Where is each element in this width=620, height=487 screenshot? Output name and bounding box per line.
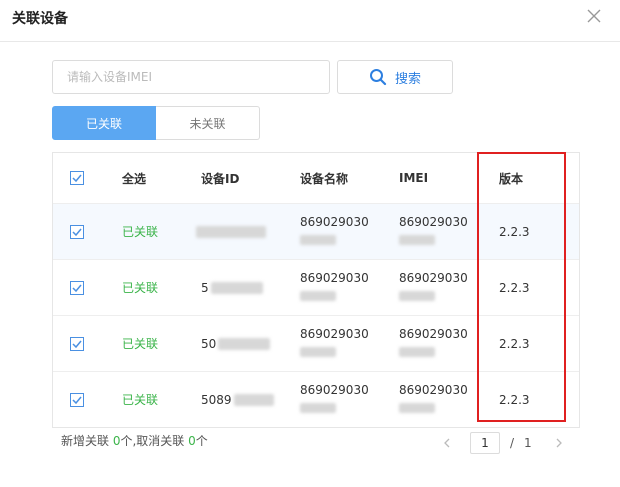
row-checkbox[interactable] (70, 336, 84, 351)
device-name: 869029030 (300, 215, 369, 229)
search-icon (369, 69, 387, 86)
tab-associated[interactable]: 已关联 (52, 106, 156, 140)
status-label: 已关联 (122, 337, 159, 351)
header-select-all: 全选 (122, 171, 147, 186)
close-icon[interactable] (586, 8, 602, 24)
search-button[interactable]: 搜索 (337, 60, 453, 94)
redacted-area (210, 281, 263, 294)
device-id: 5089 (201, 392, 232, 407)
status-label: 已关联 (122, 393, 159, 407)
added-suffix: 个,取消关联 (120, 434, 189, 448)
page-number-input[interactable] (470, 432, 500, 454)
association-tabs: 已关联 未关联 (52, 106, 260, 140)
version-value: 2.2.3 (499, 336, 530, 351)
device-name: 869029030 (300, 327, 369, 341)
version-value: 2.2.3 (499, 224, 530, 239)
redacted-area (233, 393, 274, 406)
check-icon (72, 228, 82, 236)
row-checkbox[interactable] (70, 280, 84, 295)
device-id: 50 (201, 336, 217, 351)
row-checkbox[interactable] (70, 392, 84, 407)
table-header: 全选 设备ID 设备名称 IMEI 版本 (53, 153, 579, 204)
device-name: 869029030 (300, 271, 369, 285)
imei-value: 869029030 (399, 271, 468, 285)
row-checkbox[interactable] (70, 224, 84, 239)
redacted-area (218, 337, 271, 350)
chevron-right-icon[interactable] (552, 436, 566, 450)
added-prefix: 新增关联 (61, 434, 113, 448)
tab-unassociated[interactable]: 未关联 (156, 106, 260, 140)
device-name: 869029030 (300, 383, 369, 397)
table-row[interactable]: 已关联 5 869029030 869029030 2.2.3 (53, 260, 579, 316)
redacted-area (399, 347, 435, 357)
check-icon (72, 284, 82, 292)
redacted-area (399, 235, 435, 245)
imei-value: 869029030 (399, 327, 468, 341)
redacted-area (399, 291, 435, 301)
header-device-name: 设备名称 (300, 171, 349, 186)
check-icon (72, 340, 82, 348)
header-imei: IMEI (399, 171, 429, 185)
check-icon (72, 396, 82, 404)
dialog-header: 关联设备 (0, 0, 620, 42)
selection-summary: 新增关联 0个,取消关联 0个 (61, 432, 208, 449)
select-all-checkbox[interactable] (70, 171, 84, 185)
redacted-area (300, 235, 336, 245)
status-label: 已关联 (122, 225, 159, 239)
version-value: 2.2.3 (499, 280, 530, 295)
device-id: 5 (201, 280, 209, 295)
imei-search-input[interactable] (52, 60, 330, 94)
check-icon (72, 174, 82, 183)
redacted-area (300, 347, 336, 357)
removed-count: 0 (188, 434, 196, 448)
version-value: 2.2.3 (499, 392, 530, 407)
imei-value: 869029030 (399, 215, 468, 229)
imei-value: 869029030 (399, 383, 468, 397)
removed-suffix: 个 (195, 434, 208, 448)
search-button-label: 搜索 (394, 71, 421, 87)
status-label: 已关联 (122, 281, 159, 295)
redacted-area (300, 291, 336, 301)
page-separator: / (510, 436, 515, 450)
header-version: 版本 (499, 171, 524, 186)
page-total: 1 (524, 436, 532, 450)
redacted-area (399, 403, 435, 413)
redacted-area (196, 225, 266, 238)
header-device-id: 设备ID (201, 171, 240, 186)
chevron-left-icon[interactable] (440, 436, 454, 450)
table-row[interactable]: 已关联 869029030 869029030 2.2.3 (53, 204, 579, 260)
table-row[interactable]: 已关联 5089 869029030 869029030 2.2.3 (53, 372, 579, 427)
table-row[interactable]: 已关联 50 869029030 869029030 2.2.3 (53, 316, 579, 372)
device-table: 全选 设备ID 设备名称 IMEI 版本 已关联 869029030 86902… (52, 152, 580, 428)
redacted-area (300, 403, 336, 413)
dialog-title: 关联设备 (12, 11, 68, 27)
pagination: / 1 (440, 432, 566, 454)
